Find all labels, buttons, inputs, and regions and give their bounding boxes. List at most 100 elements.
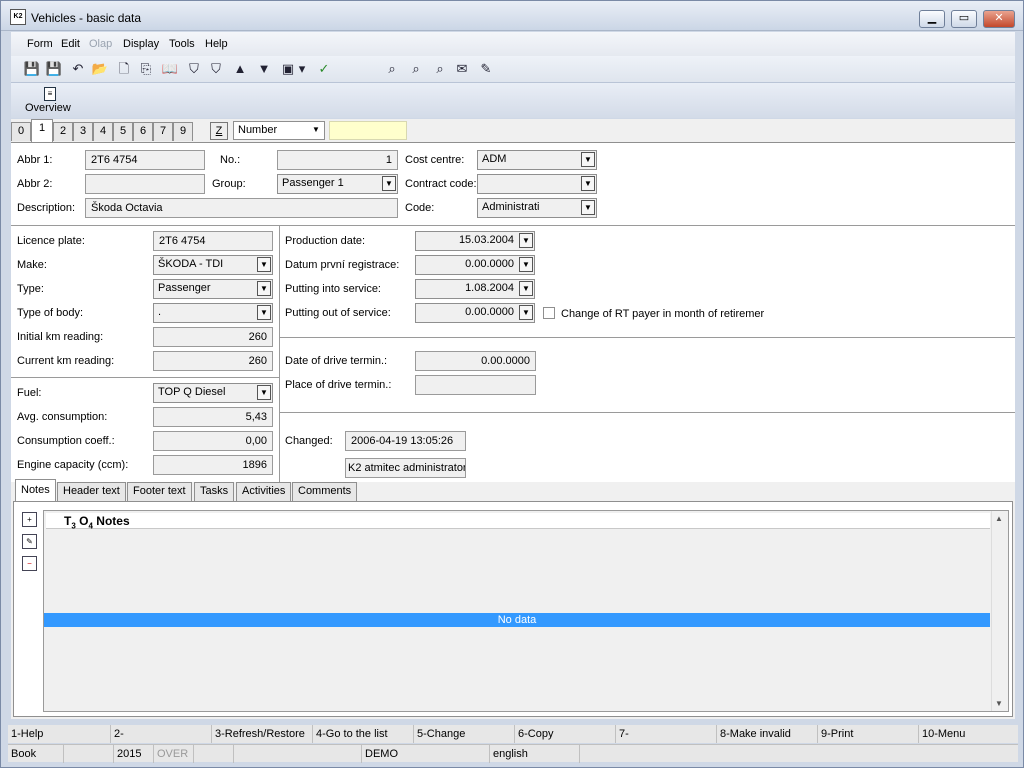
close-button[interactable]: ✕ <box>983 10 1015 28</box>
page-tab-0[interactable]: 0 <box>11 122 31 141</box>
fkey-2[interactable]: 2- <box>111 725 212 743</box>
page-tab-7[interactable]: 7 <box>153 122 173 141</box>
tab-tasks[interactable]: Tasks <box>194 482 235 501</box>
fkey-copy[interactable]: 6-Copy <box>515 725 616 743</box>
rt-payer-checkbox[interactable] <box>543 307 555 319</box>
cost-centre-select[interactable]: ADM ▼ <box>477 150 597 170</box>
menu-help[interactable]: Help <box>205 38 228 50</box>
fkey-menu[interactable]: 10-Menu <box>919 725 1018 743</box>
type-select[interactable]: Passenger ▼ <box>153 279 273 299</box>
group-label: Group: <box>212 178 246 190</box>
sort-field-value: Number <box>238 124 278 136</box>
menu-edit[interactable]: Edit <box>61 38 80 50</box>
menu-olap[interactable]: Olap <box>89 38 112 50</box>
open-folder-icon[interactable]: 📂 <box>91 60 109 78</box>
overview-button[interactable]: ≡ Overview <box>25 85 75 117</box>
consumption-coeff-field[interactable]: 0,00 <box>153 431 273 451</box>
description-label: Description: <box>17 202 76 214</box>
page-tab-3[interactable]: 3 <box>73 122 93 141</box>
minimize-button[interactable]: ▁ <box>919 10 945 28</box>
new-document-icon[interactable]: 🗋 <box>115 60 133 78</box>
find-next-icon[interactable]: ⌕ <box>407 60 425 78</box>
abbr2-label: Abbr 2: <box>17 178 53 190</box>
sort-z-button[interactable]: Z <box>210 122 228 140</box>
avg-consumption-field[interactable]: 5,43 <box>153 407 273 427</box>
production-date-field[interactable]: 15.03.2004 ▼ <box>415 231 535 251</box>
page-tab-6[interactable]: 6 <box>133 122 153 141</box>
maximize-button[interactable]: ▭ <box>951 10 977 28</box>
chevron-down-icon: ▼ <box>519 257 533 272</box>
delete-note-icon[interactable]: − <box>22 556 37 571</box>
export-icon[interactable]: ✓ <box>315 60 333 78</box>
scroll-up-icon[interactable]: ▲ <box>995 514 1003 523</box>
fkey-help[interactable]: 1-Help <box>8 725 111 743</box>
number-field[interactable]: 1 <box>277 150 398 170</box>
tab-comments[interactable]: Comments <box>292 482 358 501</box>
status-placeholder-2 <box>194 745 234 763</box>
drive-termin-date-field[interactable]: 0.00.0000 <box>415 351 536 371</box>
binoculars-icon[interactable]: ⌕ <box>383 60 401 78</box>
menu-tools[interactable]: Tools <box>169 38 195 50</box>
save-icon[interactable]: 💾 <box>23 60 41 78</box>
page-tab-2[interactable]: 2 <box>53 122 73 141</box>
quick-search-input[interactable] <box>329 121 407 140</box>
undo-icon[interactable]: ↶ <box>69 60 87 78</box>
notes-icon[interactable]: ✎ <box>477 60 495 78</box>
status-over: OVER <box>154 745 194 763</box>
save-as-icon[interactable]: 💾 <box>45 60 63 78</box>
page-tab-4[interactable]: 4 <box>93 122 113 141</box>
edit-note-icon[interactable]: ✎ <box>22 534 37 549</box>
add-note-icon[interactable]: + <box>22 512 37 527</box>
type-of-body-select[interactable]: . ▼ <box>153 303 273 323</box>
contract-code-select[interactable]: ▼ <box>477 174 597 194</box>
abbr2-field[interactable] <box>85 174 205 194</box>
arrow-down-icon[interactable]: ▼ <box>255 60 273 78</box>
menu-form[interactable]: Form <box>27 38 53 50</box>
abbr1-field[interactable]: 2T6 4754 <box>85 150 205 170</box>
out-of-service-field[interactable]: 0.00.0000 ▼ <box>415 303 535 323</box>
tab-header-text[interactable]: Header text <box>57 482 126 501</box>
page-tab-9[interactable]: 9 <box>173 122 193 141</box>
book-icon[interactable]: 📖 <box>161 60 179 78</box>
arrow-up-icon[interactable]: ▲ <box>231 60 249 78</box>
fuel-select[interactable]: TOP Q Diesel ▼ <box>153 383 273 403</box>
find-replace-icon[interactable]: ⌕ <box>431 60 449 78</box>
first-registration-field[interactable]: 0.00.0000 ▼ <box>415 255 535 275</box>
code-select[interactable]: Administrati ▼ <box>477 198 597 218</box>
fkey-make-invalid[interactable]: 8-Make invalid <box>717 725 818 743</box>
current-km-field[interactable]: 260 <box>153 351 273 371</box>
page-tab-5[interactable]: 5 <box>113 122 133 141</box>
page-tab-1[interactable]: 1 <box>31 119 53 142</box>
initial-km-field[interactable]: 260 <box>153 327 273 347</box>
fkey-change[interactable]: 5-Change <box>414 725 515 743</box>
mail-icon[interactable]: ✉ <box>453 60 471 78</box>
fkey-go-to-list[interactable]: 4-Go to the list <box>313 725 414 743</box>
filter-icon[interactable]: ⛉ <box>185 60 203 78</box>
dropdown-icon[interactable]: ▾ <box>297 60 307 78</box>
tab-footer-text[interactable]: Footer text <box>127 482 192 501</box>
tab-notes[interactable]: Notes <box>15 479 56 502</box>
description-field[interactable]: Škoda Octavia <box>85 198 398 218</box>
into-service-value: 1.08.2004 <box>465 282 514 294</box>
scroll-down-icon[interactable]: ▼ <box>995 699 1003 708</box>
into-service-field[interactable]: 1.08.2004 ▼ <box>415 279 535 299</box>
notes-vertical-scrollbar[interactable]: ▲ ▼ <box>991 511 1008 711</box>
copy-icon[interactable]: ⎘ <box>137 60 155 78</box>
cost-centre-value: ADM <box>482 153 507 165</box>
licence-plate-field[interactable]: 2T6 4754 <box>153 231 273 251</box>
fkey-7[interactable]: 7- <box>616 725 717 743</box>
sort-field-select[interactable]: Number ▼ <box>233 121 325 140</box>
camera-icon[interactable]: ▣ <box>279 60 297 78</box>
engine-capacity-field[interactable]: 1896 <box>153 455 273 475</box>
no-data-row[interactable]: No data <box>44 613 990 627</box>
fkey-refresh[interactable]: 3-Refresh/Restore <box>212 725 313 743</box>
make-select[interactable]: ŠKODA - TDI ▼ <box>153 255 273 275</box>
drive-termin-place-label: Place of drive termin.: <box>285 379 392 391</box>
filter-doc-icon[interactable]: ⛉ <box>207 60 225 78</box>
menu-display[interactable]: Display <box>123 38 159 50</box>
fkey-print[interactable]: 9-Print <box>818 725 919 743</box>
group-select[interactable]: Passenger 1 ▼ <box>277 174 398 194</box>
tab-activities[interactable]: Activities <box>236 482 292 501</box>
drive-termin-place-field[interactable] <box>415 375 536 395</box>
production-date-value: 15.03.2004 <box>458 234 514 246</box>
